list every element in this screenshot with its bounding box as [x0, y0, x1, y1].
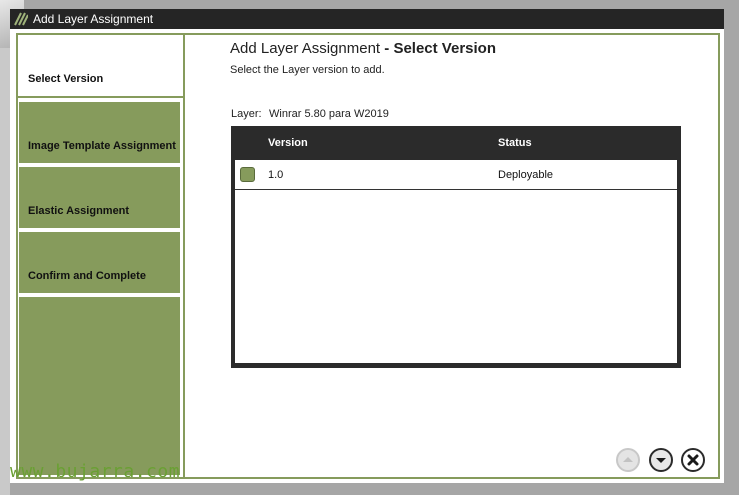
column-header-status[interactable]: Status	[498, 137, 532, 149]
wizard-sidebar: Select Version Image Template Assignment…	[18, 35, 186, 477]
column-header-version[interactable]: Version	[268, 137, 308, 149]
step-image-template-assignment[interactable]: Image Template Assignment	[19, 102, 180, 163]
table-body: 1.0 Deployable	[235, 160, 677, 363]
background-panel	[0, 0, 10, 495]
page-title-separator: -	[380, 40, 394, 57]
page-title-text: Add Layer Assignment	[230, 40, 381, 57]
previous-button[interactable]	[616, 448, 640, 472]
step-label: Elastic Assignment	[28, 205, 130, 217]
sidebar-divider	[183, 98, 185, 477]
next-button[interactable]	[649, 448, 673, 472]
step-select-version[interactable]: Select Version	[18, 35, 185, 98]
wizard-frame: Select Version Image Template Assignment…	[16, 33, 720, 479]
step-elastic-assignment[interactable]: Elastic Assignment	[19, 167, 180, 228]
app-logo-icon	[14, 12, 28, 26]
row-select-checkbox[interactable]	[240, 167, 255, 182]
page-title: Add Layer Assignment - Select Version	[230, 40, 496, 57]
cell-status: Deployable	[498, 169, 554, 181]
page-step-title: Select Version	[393, 40, 496, 57]
step-confirm-and-complete[interactable]: Confirm and Complete	[19, 232, 180, 293]
cell-version: 1.0	[268, 169, 284, 181]
step-label: Select Version	[28, 73, 104, 85]
table-row[interactable]: 1.0 Deployable	[235, 160, 677, 190]
version-table: Version Status 1.0 Deployable	[231, 126, 681, 368]
close-icon	[687, 454, 699, 466]
close-button[interactable]	[681, 448, 705, 472]
dialog-window: Add Layer Assignment Select Version Imag…	[10, 9, 724, 483]
layer-label: Layer:	[231, 108, 262, 120]
table-header: Version Status	[231, 126, 681, 160]
step-label: Confirm and Complete	[28, 270, 146, 282]
step-label: Image Template Assignment	[28, 140, 176, 152]
page-subtitle: Select the Layer version to add.	[230, 64, 385, 76]
title-bar: Add Layer Assignment	[10, 9, 724, 29]
window-title: Add Layer Assignment	[33, 12, 154, 26]
up-arrow-icon	[623, 457, 633, 462]
layer-name: Winrar 5.80 para W2019	[269, 108, 389, 120]
down-arrow-icon	[656, 458, 666, 463]
watermark-text: www.bujarra.com	[10, 461, 181, 482]
sidebar-filler	[19, 297, 180, 475]
